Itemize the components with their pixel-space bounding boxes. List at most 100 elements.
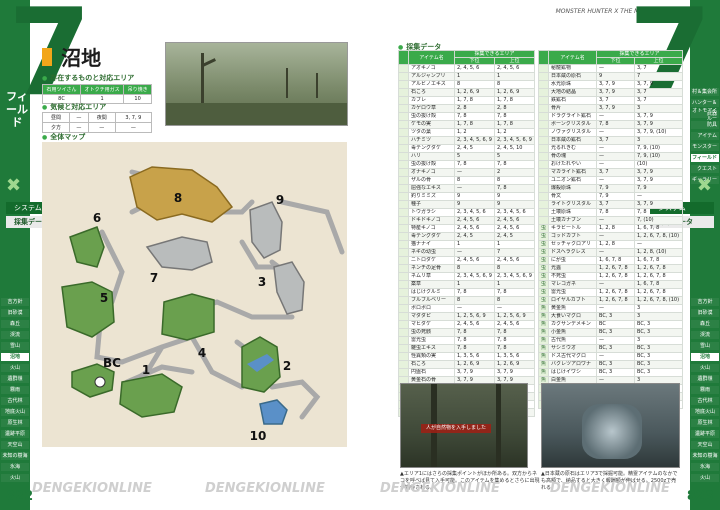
left-nav-item[interactable]: 氷海 — [1, 463, 29, 471]
table-row: 釣りミミズ 9 9 — [398, 192, 535, 201]
cell-low: 2, 4, 5 — [454, 144, 495, 153]
table-row: 虫不死虫 1, 2, 6, 7, 8 1, 2, 6, 7, 8 — [538, 272, 683, 281]
area-nav-item[interactable]: 遺群嶺 — [691, 375, 719, 383]
cell-low: 1, 7, 8 — [454, 96, 495, 105]
cell-high: 2, 3, 4, 5, 6, 9 — [494, 136, 535, 145]
table-row: 土壊カナブン —7, (10) — [538, 216, 683, 225]
table-row: はじけクルミ 7, 8 7, 8 — [398, 288, 535, 297]
left-nav-item[interactable]: 霧雨 — [1, 386, 29, 394]
right-nav-item[interactable]: モンスター — [691, 143, 719, 151]
cell-kind — [398, 288, 409, 297]
cell-kind: 魚 — [538, 320, 549, 329]
cell-high: 7 — [634, 72, 683, 81]
left-nav-item[interactable]: 森丘 — [1, 320, 29, 328]
left-nav-item[interactable]: 遺群嶺 — [1, 375, 29, 383]
cell-low: 3, 7 — [596, 96, 635, 105]
col-high: 上位 — [494, 57, 535, 65]
cell-low: BC — [596, 320, 635, 329]
cell-low: 5 — [454, 152, 495, 161]
cell-high: BC, 3 — [634, 328, 683, 337]
left-nav-item[interactable]: 地底火山 — [1, 408, 29, 416]
table-row: 虫にが虫 1, 6, 7, 8 1, 6, 7, 8 — [538, 256, 683, 265]
cell-high: 2, 4, 5, 6 — [494, 320, 535, 329]
area-nav-item[interactable]: 未知の樹海 — [691, 452, 719, 460]
table-row: 虫の死骸 7, 8 7, 8 — [398, 328, 535, 337]
area-nav-item[interactable]: 古代林 — [691, 397, 719, 405]
area-nav-item[interactable]: 遺跡平原 — [691, 430, 719, 438]
area-nav-item[interactable]: 霧雨 — [691, 386, 719, 394]
area-nav-item[interactable]: 旧砂漠 — [691, 309, 719, 317]
area-nav-item[interactable]: 火山 — [691, 364, 719, 372]
map-label: 8 — [174, 191, 182, 205]
area-nav-item[interactable]: 吉方針 — [691, 298, 719, 306]
area-nav-item[interactable]: 渓流 — [691, 331, 719, 339]
cell-item: マヒダケ — [408, 320, 455, 329]
gather-table-right: アイテム名 採集できるエリア 下位 上位 秘龍鉱物 —3, 7 日本蔵の原石 9 7 水光… — [538, 50, 683, 409]
left-nav-item[interactable]: 天空山 — [1, 441, 29, 449]
cell-item: ロイヤルカブト — [548, 296, 597, 305]
cell-kind: 魚 — [538, 352, 549, 361]
monster-cell: 10 — [123, 94, 152, 104]
area-nav-item[interactable]: 天空山 — [691, 441, 719, 449]
cell-high: 1, 2, 6, 7, 8, (10) — [634, 296, 683, 305]
climate-cell: 3, 7, 9 — [114, 112, 153, 123]
climate-cell: — — [87, 122, 116, 133]
left-nav-item[interactable]: 未知の樹海 — [1, 452, 29, 460]
table-row: 虫の抜け殻 7, 8 7, 8 — [398, 112, 535, 121]
right-nav-item[interactable]: クエスト — [691, 165, 719, 173]
cell-kind — [538, 120, 549, 129]
cell-kind — [398, 328, 409, 337]
area-nav-item[interactable]: 氷海 — [691, 463, 719, 471]
cell-kind — [538, 144, 549, 153]
left-nav-item[interactable]: 吉方針 — [1, 298, 29, 306]
cell-low: 7, 8 — [454, 288, 495, 297]
right-nav-item[interactable]: フィールド — [691, 154, 719, 162]
map-label: 10 — [250, 429, 267, 443]
cell-kind — [538, 176, 549, 185]
cell-item: マカライト鉱石 — [548, 168, 597, 177]
cell-high: (10) — [634, 160, 683, 169]
cell-high: — — [494, 304, 535, 313]
cell-item: 円盤石 — [408, 368, 455, 377]
cell-kind: 虫 — [538, 296, 549, 305]
cell-kind — [398, 264, 409, 273]
cell-item: 石ころ — [408, 360, 455, 369]
area-nav-item[interactable]: 地底火山 — [691, 408, 719, 416]
cell-item: 毒テングダケ — [408, 232, 455, 241]
left-nav-item[interactable]: 沼地 — [1, 353, 29, 361]
left-nav-item[interactable]: 古代林 — [1, 397, 29, 405]
area-nav-item[interactable]: 雪山 — [691, 342, 719, 350]
cell-kind: 魚 — [538, 328, 549, 337]
cell-high: 1 — [494, 72, 535, 81]
left-nav-item[interactable]: 火山 — [1, 364, 29, 372]
table-row: 大地の結晶 3, 7, 9 3, 7 — [538, 88, 683, 97]
cell-high: 3, 7, 9 — [634, 168, 683, 177]
left-nav-item[interactable]: 原生林 — [1, 419, 29, 427]
area-nav-item[interactable]: 火山 — [691, 474, 719, 482]
cell-high: 9 — [494, 200, 535, 209]
cell-low: 8 — [454, 296, 495, 305]
area-nav-item[interactable]: 森丘 — [691, 320, 719, 328]
cell-kind: 虫 — [538, 288, 549, 297]
area-nav-item[interactable]: 原生林 — [691, 419, 719, 427]
left-nav-item[interactable]: 遺跡平原 — [1, 430, 29, 438]
cell-low: 2, 3, 4, 5, 6 — [454, 208, 495, 217]
map-label: 3 — [258, 275, 266, 289]
left-nav-item[interactable]: 渓流 — [1, 331, 29, 339]
cell-kind — [398, 160, 409, 169]
cell-high: BC, 3 — [634, 360, 683, 369]
right-nav-item[interactable]: アイテム — [691, 132, 719, 140]
cell-kind — [398, 176, 409, 185]
cell-low: — — [596, 64, 635, 73]
area-nav-item[interactable]: 沼地 — [691, 353, 719, 361]
left-nav-item[interactable]: 雪山 — [1, 342, 29, 350]
cell-kind — [538, 104, 549, 113]
table-row: ボーンクリスタル 7, 8 3, 7, 9 — [538, 120, 683, 129]
table-row: ノヴァクリスタル —3, 7, 9, (10) — [538, 128, 683, 137]
cell-item: マダダピ — [408, 312, 455, 321]
cell-low: 2, 4, 5 — [454, 232, 495, 241]
left-nav-item[interactable]: 火山 — [1, 474, 29, 482]
left-nav-item[interactable]: 旧砂漠 — [1, 309, 29, 317]
cell-item: カクサンデメキン — [548, 320, 597, 329]
cell-kind — [398, 312, 409, 321]
